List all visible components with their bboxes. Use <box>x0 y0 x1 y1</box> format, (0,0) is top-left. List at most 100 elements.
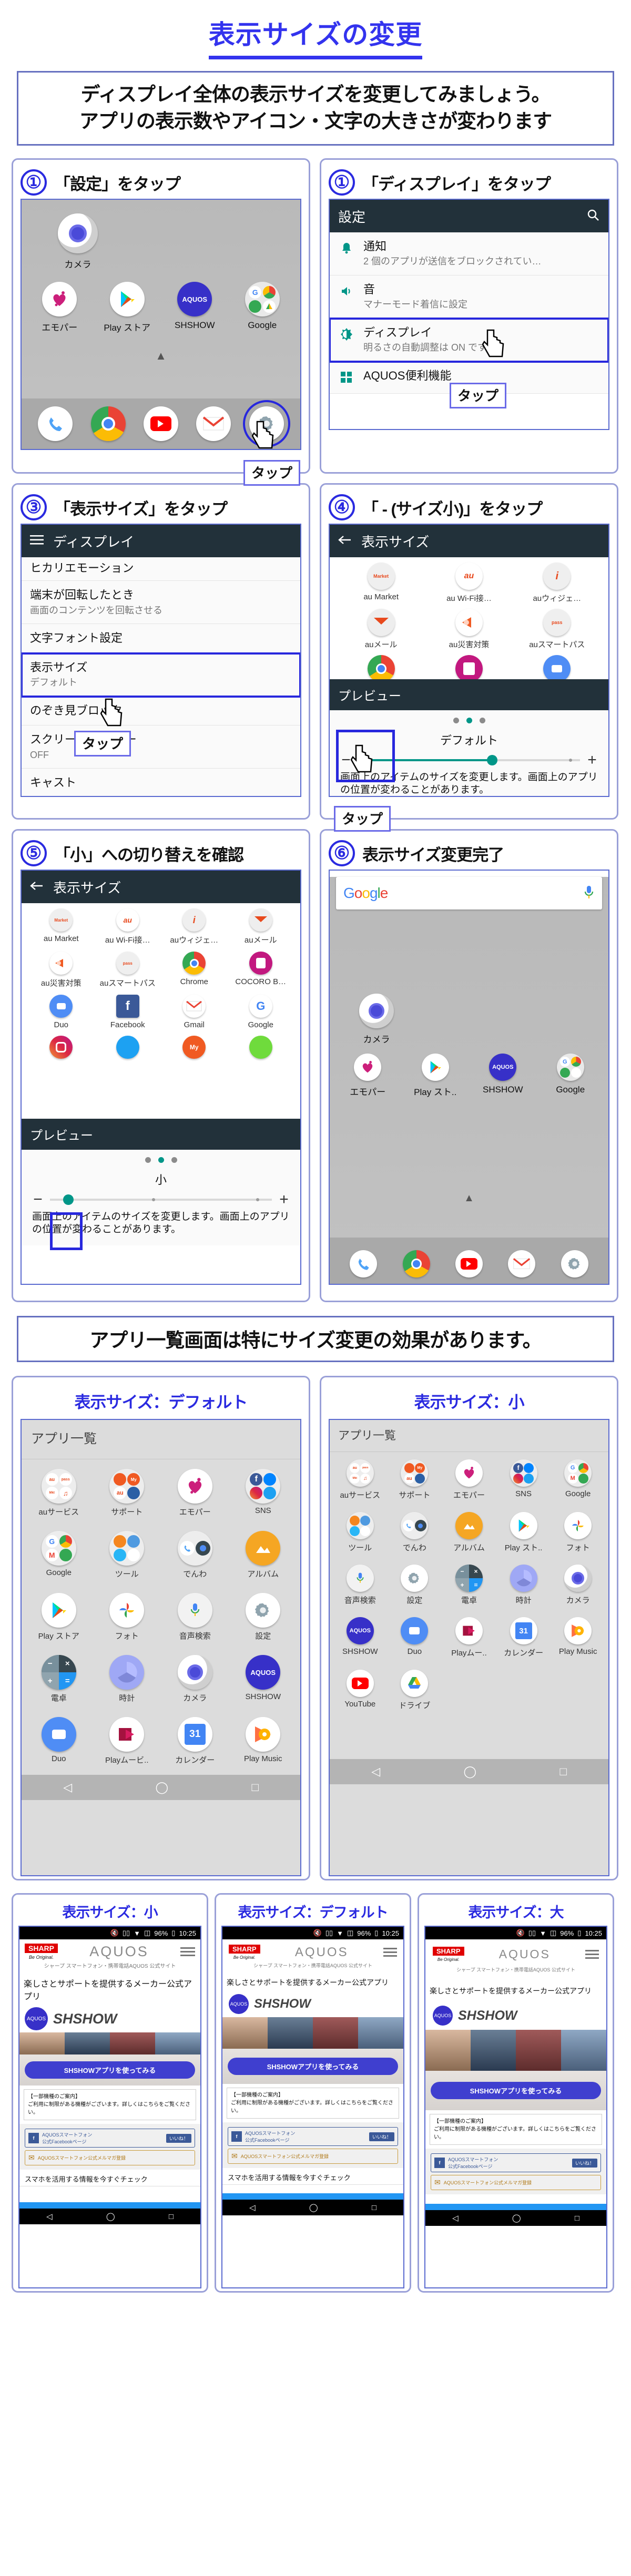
display-row-cast[interactable]: キャスト <box>22 769 300 796</box>
recent-square-icon[interactable]: □ <box>372 2203 376 2212</box>
app-camera-after[interactable]: カメラ <box>348 994 405 1045</box>
drawer-app[interactable]: 31 カレンダー <box>496 1617 551 1658</box>
size-slider-track-small[interactable] <box>50 1194 272 1205</box>
drawer-app[interactable]: カメラ <box>551 1565 605 1606</box>
app-camera[interactable]: カメラ <box>49 213 107 270</box>
drawer-app[interactable]: My au サポート <box>93 1469 161 1517</box>
drawer-app[interactable]: My au サポート <box>388 1459 442 1500</box>
drawer-app[interactable]: カメラ <box>161 1655 229 1703</box>
dot[interactable] <box>479 718 485 724</box>
settings-row-sound[interactable]: 音 マナーモード着信に設定 <box>330 275 608 319</box>
drawer-app[interactable]: アルバム <box>442 1512 496 1553</box>
display-row-hikari[interactable]: ヒカリエモーション <box>22 557 300 581</box>
dot[interactable] <box>145 1157 151 1163</box>
hamburger-icon[interactable] <box>180 1945 195 1958</box>
back-triangle-icon[interactable]: ◁ <box>452 2213 459 2223</box>
drawer-app[interactable]: フォト <box>551 1512 605 1553</box>
drawer-app[interactable]: エモパー <box>442 1459 496 1500</box>
drawer-app[interactable]: Playムービ.. <box>93 1717 161 1765</box>
dot-active[interactable] <box>466 718 472 724</box>
dot[interactable] <box>453 718 459 724</box>
app-play-store[interactable]: Play ストア <box>96 282 158 333</box>
drawer-app[interactable]: 設定 <box>229 1593 298 1641</box>
chrome-icon[interactable] <box>402 1250 430 1278</box>
facebook-row[interactable]: f AQUOSスマートフォン 公式Facebookページ いいね！ <box>25 2129 195 2148</box>
drawer-app[interactable]: Play ストア <box>25 1593 93 1641</box>
drawer-chevron-icon[interactable]: ▲ <box>22 349 300 363</box>
more-link[interactable]: スマホを活用する情報を今すぐチェック <box>222 2168 403 2185</box>
drawer-app[interactable]: Play スト.. <box>496 1512 551 1553</box>
home-circle-icon[interactable]: ◯ <box>106 2212 115 2221</box>
home-circle-icon[interactable]: ◯ <box>309 2203 318 2212</box>
hamburger-icon[interactable] <box>30 535 44 548</box>
drawer-app[interactable]: Duo <box>25 1717 93 1765</box>
cta-button[interactable]: SHSHOWアプリを使ってみる <box>228 2058 398 2076</box>
drawer-app[interactable]: 音声検索 <box>161 1593 229 1641</box>
back-triangle-icon[interactable]: ◁ <box>371 1765 380 1778</box>
drawer-app[interactable]: au pass Mkt ♫ auサービス <box>25 1469 93 1517</box>
hamburger-icon[interactable] <box>585 1948 599 1961</box>
drawer-app[interactable]: Play Music <box>551 1617 605 1658</box>
drawer-app[interactable]: 31 カレンダー <box>161 1717 229 1765</box>
settings-row-display[interactable]: ディスプレイ 明るさの自動調整は ON です <box>330 318 608 363</box>
like-button[interactable]: いいね！ <box>369 2132 394 2141</box>
dot-active[interactable] <box>158 1157 164 1163</box>
home-circle-icon[interactable]: ◯ <box>463 1765 476 1778</box>
mailmagazine-row[interactable]: ✉ AQUOSスマートフォン公式メルマガ登録 <box>431 2175 601 2191</box>
app-shshow[interactable]: AQUOS SHSHOW <box>472 1054 534 1098</box>
mailmagazine-row[interactable]: ✉ AQUOSスマートフォン公式メルマガ登録 <box>228 2149 398 2164</box>
drawer-app[interactable]: フォト <box>93 1593 161 1641</box>
drawer-app[interactable]: 時計 <box>93 1655 161 1703</box>
back-triangle-icon[interactable]: ◁ <box>46 2212 53 2221</box>
settings-icon[interactable] <box>242 400 290 448</box>
app-emopa[interactable]: エモパー <box>28 282 90 333</box>
home-circle-icon[interactable]: ◯ <box>512 2213 521 2223</box>
drawer-app[interactable]: Play Music <box>229 1717 298 1765</box>
display-row-screensaver[interactable]: スクリーン セーバー OFF <box>22 725 300 769</box>
drawer-app[interactable]: 時計 <box>496 1565 551 1606</box>
drawer-app[interactable]: でんわ <box>388 1512 442 1553</box>
display-row-size[interactable]: 表示サイズ デフォルト <box>22 652 300 698</box>
dot[interactable] <box>171 1157 177 1163</box>
search-icon[interactable] <box>586 208 600 224</box>
drawer-app[interactable]: ドライブ <box>388 1670 442 1711</box>
arrow-left-icon[interactable] <box>30 881 44 894</box>
display-row-rotate[interactable]: 端末が回転したとき 画面のコンテンツを回転させる <box>22 581 300 625</box>
drawer-app[interactable]: f SNS <box>496 1459 551 1500</box>
drawer-app[interactable]: G M Google <box>551 1459 605 1500</box>
drawer-app[interactable]: ツール <box>333 1512 388 1553</box>
phone-icon[interactable] <box>38 406 73 442</box>
arrow-left-icon[interactable] <box>338 535 352 548</box>
drawer-chevron-icon[interactable]: ▲ <box>330 1192 608 1204</box>
drawer-app[interactable]: でんわ <box>161 1531 229 1579</box>
drawer-app[interactable]: ツール <box>93 1531 161 1579</box>
size-increase-button[interactable]: + <box>585 751 599 769</box>
drawer-app[interactable]: 音声検索 <box>333 1565 388 1606</box>
drawer-app[interactable]: AQUOS SHSHOW <box>333 1617 388 1658</box>
dr awer-app[interactable]: YouTube <box>333 1670 388 1711</box>
home-circle-icon[interactable]: ◯ <box>155 1781 168 1794</box>
mailmagazine-row[interactable]: ✉ AQUOSスマートフォン公式メルマガ登録 <box>25 2150 195 2166</box>
folder-google[interactable]: G Google <box>231 282 293 333</box>
like-button[interactable]: いいね！ <box>166 2133 191 2143</box>
hamburger-icon[interactable] <box>383 1946 397 1959</box>
youtube-icon[interactable] <box>455 1250 483 1278</box>
display-row-font[interactable]: 文字フォント設定 <box>22 624 300 653</box>
drawer-app[interactable]: − × + = 電卓 <box>25 1655 93 1703</box>
settings-icon[interactable] <box>561 1250 588 1278</box>
drawer-app[interactable]: エモパー <box>161 1469 229 1517</box>
drawer-app[interactable]: Playムー.. <box>442 1617 496 1658</box>
size-decrease-button[interactable]: − <box>31 1191 45 1209</box>
phone-icon[interactable] <box>350 1250 378 1278</box>
recent-square-icon[interactable]: □ <box>559 1765 566 1778</box>
drawer-app[interactable]: au pass Mkt ♫ auサービス <box>333 1459 388 1500</box>
drawer-app[interactable]: G M Google <box>25 1531 93 1579</box>
youtube-icon[interactable] <box>143 406 178 442</box>
settings-row-notifications[interactable]: 通知 2 個のアプリが送信をブロックされてい… <box>330 232 608 276</box>
drawer-app[interactable]: AQUOS SHSHOW <box>229 1655 298 1703</box>
cta-button[interactable]: SHSHOWアプリを使ってみる <box>431 2082 601 2100</box>
facebook-row[interactable]: f AQUOSスマートフォン 公式Facebookページ いいね！ <box>431 2153 601 2173</box>
back-triangle-icon[interactable]: ◁ <box>63 1781 72 1794</box>
app-shshow[interactable]: AQUOS SHSHOW <box>164 282 226 333</box>
gmail-icon[interactable] <box>508 1250 536 1278</box>
